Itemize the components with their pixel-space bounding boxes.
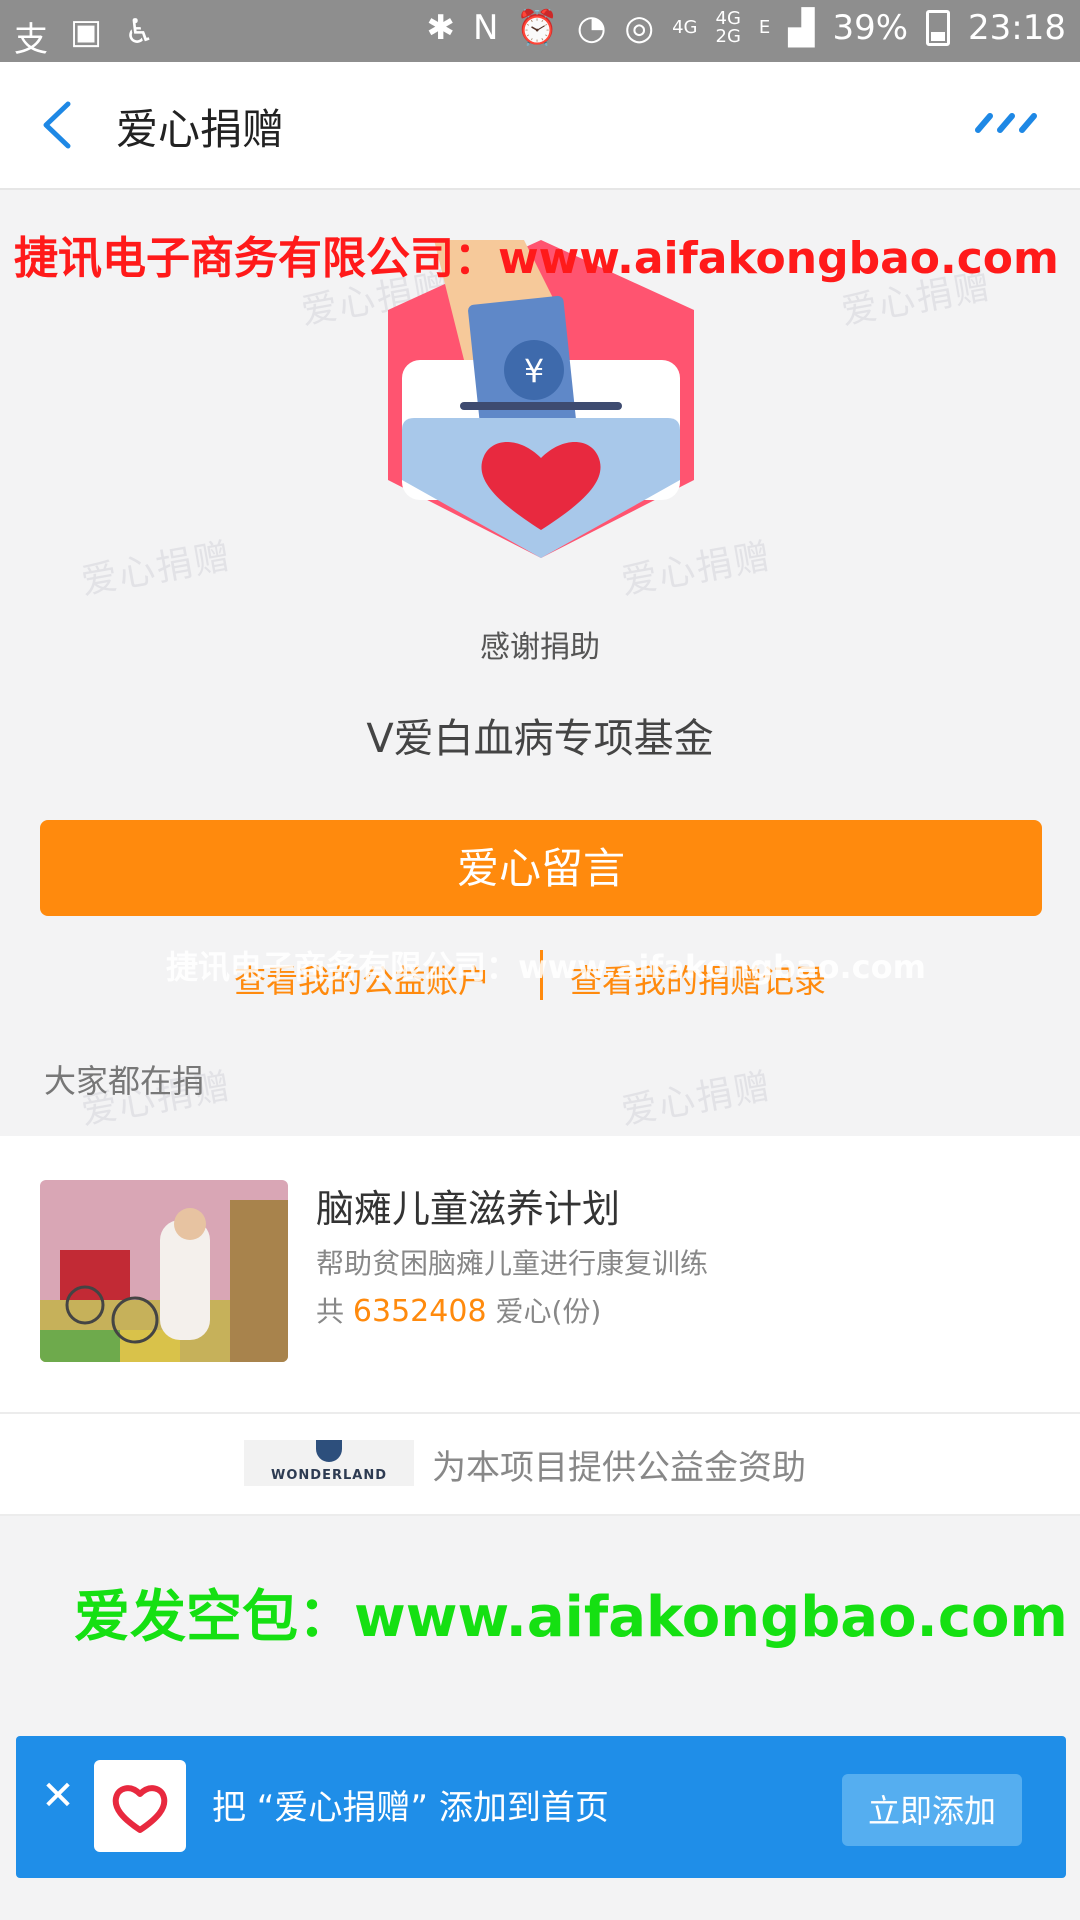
watermark: 爱心捐赠 [78,536,236,603]
wonderland-logo-icon [316,1440,342,1462]
page-title: 爱心捐赠 [116,105,285,154]
app-icon [94,1760,186,1852]
globe-icon: ◎ [624,8,655,48]
network-dual-label: 4G 2G [715,8,741,47]
thanks-label: 感谢捐助 [480,630,600,665]
project-card[interactable]: 脑瘫儿童滋养计划 帮助贫困脑瘫儿童进行康复训练 共 6352408 爱心(份) [0,1136,1080,1414]
fund-name: V爱白血病专项基金 [366,716,714,762]
donation-count: 6352408 [352,1294,487,1329]
clock: 23:18 [968,8,1066,48]
heart-logo-icon [112,1785,168,1833]
alarm-icon: ⏰ [516,8,559,48]
close-icon[interactable]: ✕ [40,1776,76,1816]
project-title: 脑瘫儿童滋养计划 [316,1187,621,1231]
white-watermark-ad: 捷讯电子商务有限公司：www.aifakongbao.com [166,948,926,986]
sponsor-logo: WONDERLAND [244,1440,414,1486]
sponsor-row[interactable]: WONDERLAND 为本项目提供公益金资助 [0,1414,1080,1516]
gallery-icon: ▣ [70,12,103,52]
network-e-label: E [758,17,771,38]
battery-percent: 39% [832,8,909,48]
add-to-home-banner: ✕ 把 “爱心捐赠” 添加到首页 立即添加 [16,1736,1066,1878]
nfc-icon: N [472,8,499,48]
add-now-button[interactable]: 立即添加 [842,1774,1022,1846]
project-description: 帮助贫困脑瘫儿童进行康复训练 [316,1247,709,1280]
donation-result-section: 爱心捐赠 爱心捐赠 爱心捐赠 爱心捐赠 爱心捐赠 爱心捐赠 ¥ 捷讯电子商务有限… [0,190,1080,1133]
red-watermark-ad: 捷讯电子商务有限公司：www.aifakongbao.com [14,233,1059,284]
donation-box-illustration: ¥ [388,240,694,558]
back-arrow-icon[interactable] [38,98,78,152]
green-watermark-ad: 爱发空包：www.aifakongbao.com [74,1585,1068,1650]
project-count: 共 6352408 爱心(份) [316,1294,602,1329]
section-title: 大家都在捐 [44,1062,205,1100]
accessibility-icon: ♿ [124,12,155,52]
more-icon[interactable] [974,108,1040,136]
svg-text:¥: ¥ [524,352,544,390]
signal-icon: ▟ [788,8,815,48]
banner-text: 把 “爱心捐赠” 添加到首页 [212,1788,609,1828]
battery-icon [926,10,951,46]
status-bar: 支 ▣ ♿ ✱ N ⏰ ◔ ◎ 4G 4G 2G E ▟ 39% 23:18 [0,0,1080,62]
sponsor-text: 为本项目提供公益金资助 [432,1448,806,1488]
wifi-icon: ◔ [576,8,607,48]
nav-bar: 爱心捐赠 [0,62,1080,190]
bluetooth-icon: ✱ [426,8,455,48]
watermark: 爱心捐赠 [618,1066,776,1133]
love-message-button[interactable]: 爱心留言 [40,820,1042,916]
project-thumbnail [40,1180,288,1362]
network-4g-label: 4G [672,17,698,38]
alipay-icon: 支 [14,20,48,60]
